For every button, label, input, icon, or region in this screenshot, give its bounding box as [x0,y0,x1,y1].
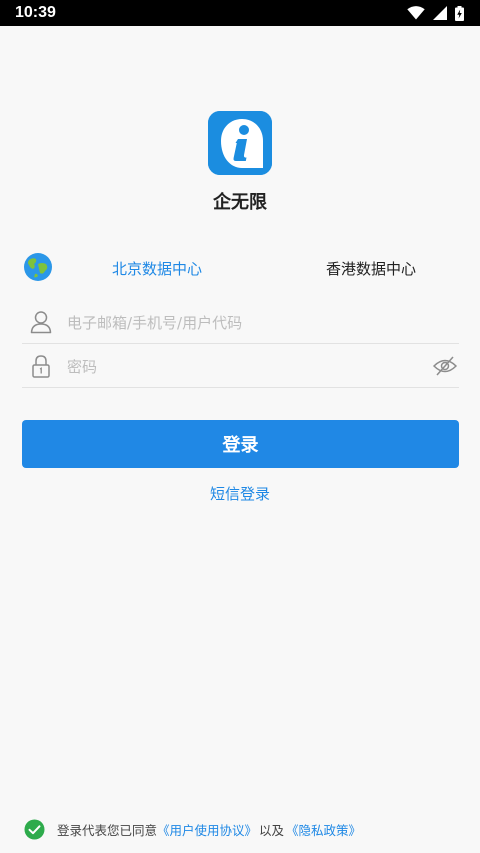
username-input[interactable] [67,308,407,338]
login-button[interactable]: 登录 [22,420,459,468]
password-input[interactable] [67,352,407,382]
privacy-policy-link[interactable]: 《隐私政策》 [286,820,361,839]
eye-off-icon[interactable] [433,355,457,377]
check-circle-icon[interactable] [24,819,45,840]
battery-icon [455,5,464,21]
status-time: 10:39 [15,4,56,21]
username-field [22,302,459,344]
sms-login-link[interactable]: 短信登录 [210,485,270,503]
data-center-hongkong-tab[interactable]: 香港数据中心 [326,258,416,279]
status-icons [407,5,464,21]
data-center-beijing-tab[interactable]: 北京数据中心 [112,258,202,279]
app-logo [208,111,272,175]
agreement-prefix: 登录代表您已同意 [57,822,158,838]
user-icon [30,311,52,334]
globe-icon [24,253,52,281]
agreement-conjunction: 以及 [259,822,285,838]
status-bar: 10:39 [0,0,480,26]
info-i-icon [208,111,272,175]
data-center-selector: 北京数据中心 香港数据中心 [0,250,480,286]
password-field [22,346,459,388]
agreement-row: 登录代表您已同意 《用户使用协议》 以及 《隐私政策》 [24,818,361,840]
sms-login-row: 短信登录 [0,483,480,504]
user-agreement-link[interactable]: 《用户使用协议》 [157,820,257,839]
wifi-icon [407,6,425,20]
signal-icon [433,6,447,20]
app-name: 企无限 [213,192,267,213]
lock-icon [32,355,50,378]
